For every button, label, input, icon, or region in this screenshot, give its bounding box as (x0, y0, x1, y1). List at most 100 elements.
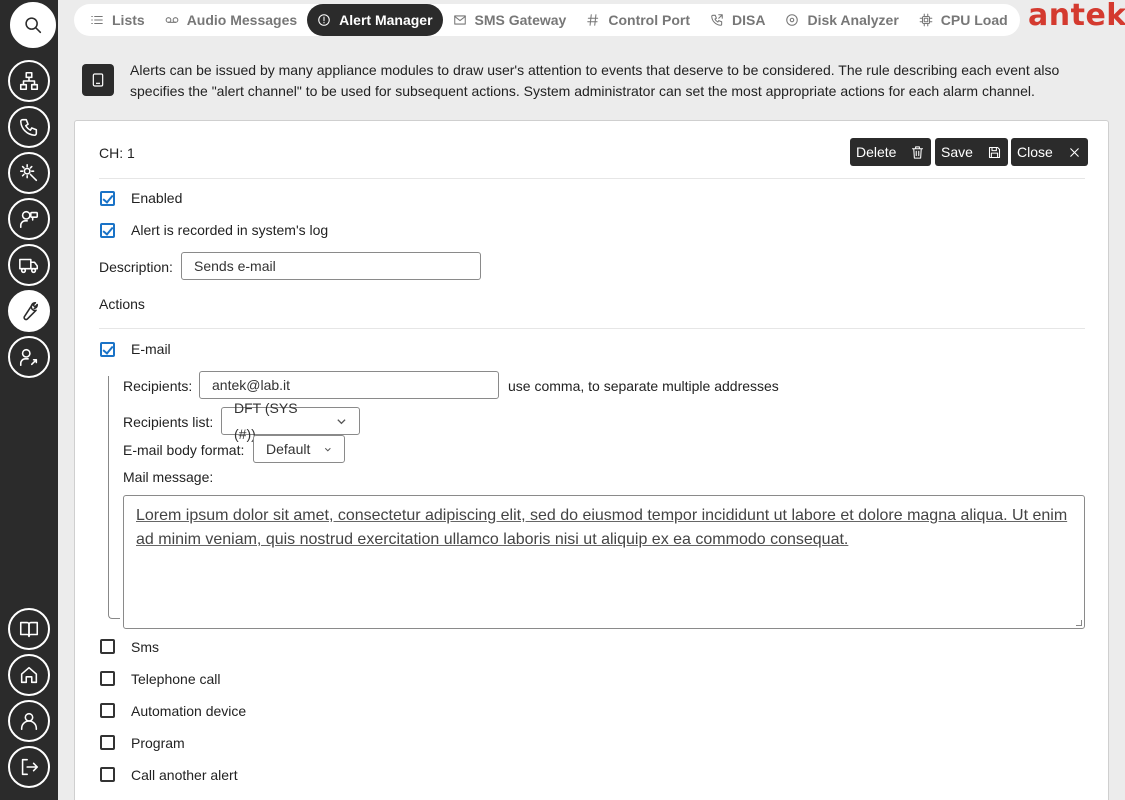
call-another-alert-label: Call another alert (131, 767, 238, 783)
disk-icon (786, 14, 799, 26)
recipients-list-select[interactable]: DFT (SYS (#)) (221, 400, 360, 442)
tab-label: Disk Analyzer (807, 12, 899, 28)
list-icon (91, 15, 103, 25)
call-another-alert-checkbox[interactable] (100, 767, 115, 782)
sidebar-home-button[interactable] (8, 654, 50, 696)
close-button[interactable]: Close (1011, 138, 1088, 166)
log-checkbox[interactable] (100, 223, 115, 238)
cpu-icon (919, 13, 933, 27)
sidebar-logout-button[interactable] (8, 746, 50, 788)
brand-logo: antek (1028, 0, 1125, 33)
automation-device-checkbox[interactable] (100, 703, 115, 718)
gear-tools-icon (19, 163, 38, 182)
phone-icon (19, 118, 38, 137)
tab-audio-messages[interactable]: Audio Messages (155, 4, 307, 36)
delete-button-label: Delete (856, 144, 897, 160)
save-button-label: Save (941, 144, 973, 160)
alert-channel-panel: CH: 1 Delete Save Close Enabled Alert is… (74, 120, 1109, 800)
chevron-down-icon (325, 447, 332, 451)
alert-icon (318, 14, 330, 26)
body-format-label: E-mail body format: (123, 442, 245, 458)
sidebar-user-settings-button[interactable] (8, 336, 50, 378)
email-options-bracket (108, 376, 120, 619)
tab-label: Lists (112, 12, 145, 28)
user-icon (20, 712, 38, 731)
recipients-hint: use comma, to separate multiple addresse… (508, 378, 779, 394)
mail-icon (453, 15, 466, 25)
tab-alert-manager[interactable]: Alert Manager (307, 4, 443, 36)
description-label: Description: (99, 259, 173, 275)
divider (99, 328, 1085, 329)
tablet-icon (92, 73, 104, 87)
sms-checkbox[interactable] (100, 639, 115, 654)
sidebar-tools-button[interactable] (8, 152, 50, 194)
save-button[interactable]: Save (935, 138, 1008, 166)
delete-button[interactable]: Delete (850, 138, 932, 166)
network-icon (19, 71, 39, 91)
enabled-checkbox[interactable] (100, 191, 115, 206)
sidebar-phone-button[interactable] (8, 106, 50, 148)
mail-message-text: Lorem ipsum dolor sit amet, consectetur … (136, 507, 1068, 548)
search-button[interactable] (10, 2, 56, 48)
description-input[interactable]: Sends e-mail (181, 252, 481, 280)
tab-disk-analyzer[interactable]: Disk Analyzer (775, 4, 908, 36)
sms-label: Sms (131, 639, 159, 655)
body-format-select[interactable]: Default (253, 435, 345, 463)
tab-disa[interactable]: DISA (700, 4, 775, 36)
telephone-call-checkbox[interactable] (100, 671, 115, 686)
email-label: E-mail (131, 341, 171, 357)
tab-lists[interactable]: Lists (80, 4, 155, 36)
close-button-label: Close (1017, 144, 1053, 160)
tab-label: Control Port (608, 12, 691, 28)
sidebar-truck-button[interactable] (8, 244, 50, 286)
mail-message-textarea[interactable]: Lorem ipsum dolor sit amet, consectetur … (123, 495, 1085, 629)
user-settings-icon (19, 348, 38, 367)
tab-label: CPU Load (940, 12, 1008, 28)
body-format-value: Default (266, 441, 311, 457)
home-icon (20, 666, 38, 684)
tab-control-port[interactable]: Control Port (576, 4, 700, 36)
tab-label: Audio Messages (186, 12, 298, 28)
wrench-icon (23, 301, 39, 321)
program-label: Program (131, 735, 185, 751)
trash-icon (912, 145, 924, 159)
top-tab-bar: Lists Audio Messages Alert Manager SMS G… (74, 4, 1020, 36)
tab-label: Alert Manager (339, 12, 433, 28)
search-icon (25, 17, 42, 34)
enabled-label: Enabled (131, 190, 183, 206)
resize-handle[interactable] (1076, 620, 1082, 626)
voicemail-icon (165, 17, 179, 23)
truck-icon (19, 258, 39, 274)
info-text: Alerts can be issued by many appliance m… (130, 62, 1060, 99)
info-badge (82, 64, 114, 96)
divider (99, 178, 1085, 179)
sidebar-support-button[interactable] (8, 198, 50, 240)
tab-cpu-load[interactable]: CPU Load (909, 4, 1018, 36)
chevron-down-icon (337, 418, 346, 424)
automation-device-label: Automation device (131, 703, 247, 719)
hash-icon (587, 14, 599, 26)
user-support-icon (19, 210, 39, 229)
log-label: Alert is recorded in system's log (131, 222, 329, 238)
recipients-list-label: Recipients list: (123, 414, 214, 430)
actions-heading: Actions (99, 296, 145, 312)
sidebar-wrench-button[interactable] (8, 290, 50, 332)
email-checkbox[interactable] (100, 342, 115, 357)
sidebar-user-button[interactable] (8, 700, 50, 742)
sidebar (0, 0, 58, 800)
logout-icon (21, 758, 39, 776)
tab-sms-gateway[interactable]: SMS Gateway (443, 4, 577, 36)
mail-message-label: Mail message: (123, 469, 214, 485)
phone-forward-icon (711, 14, 723, 26)
book-icon (19, 621, 39, 638)
save-icon (988, 146, 1000, 158)
channel-title: CH: 1 (99, 145, 135, 161)
sidebar-network-button[interactable] (8, 60, 50, 102)
program-checkbox[interactable] (100, 735, 115, 750)
sidebar-book-button[interactable] (8, 608, 50, 650)
telephone-call-label: Telephone call (131, 671, 221, 687)
recipients-label: Recipients: (123, 378, 193, 394)
close-icon (1070, 147, 1079, 157)
tab-label: DISA (732, 12, 766, 28)
tab-label: SMS Gateway (474, 12, 567, 28)
